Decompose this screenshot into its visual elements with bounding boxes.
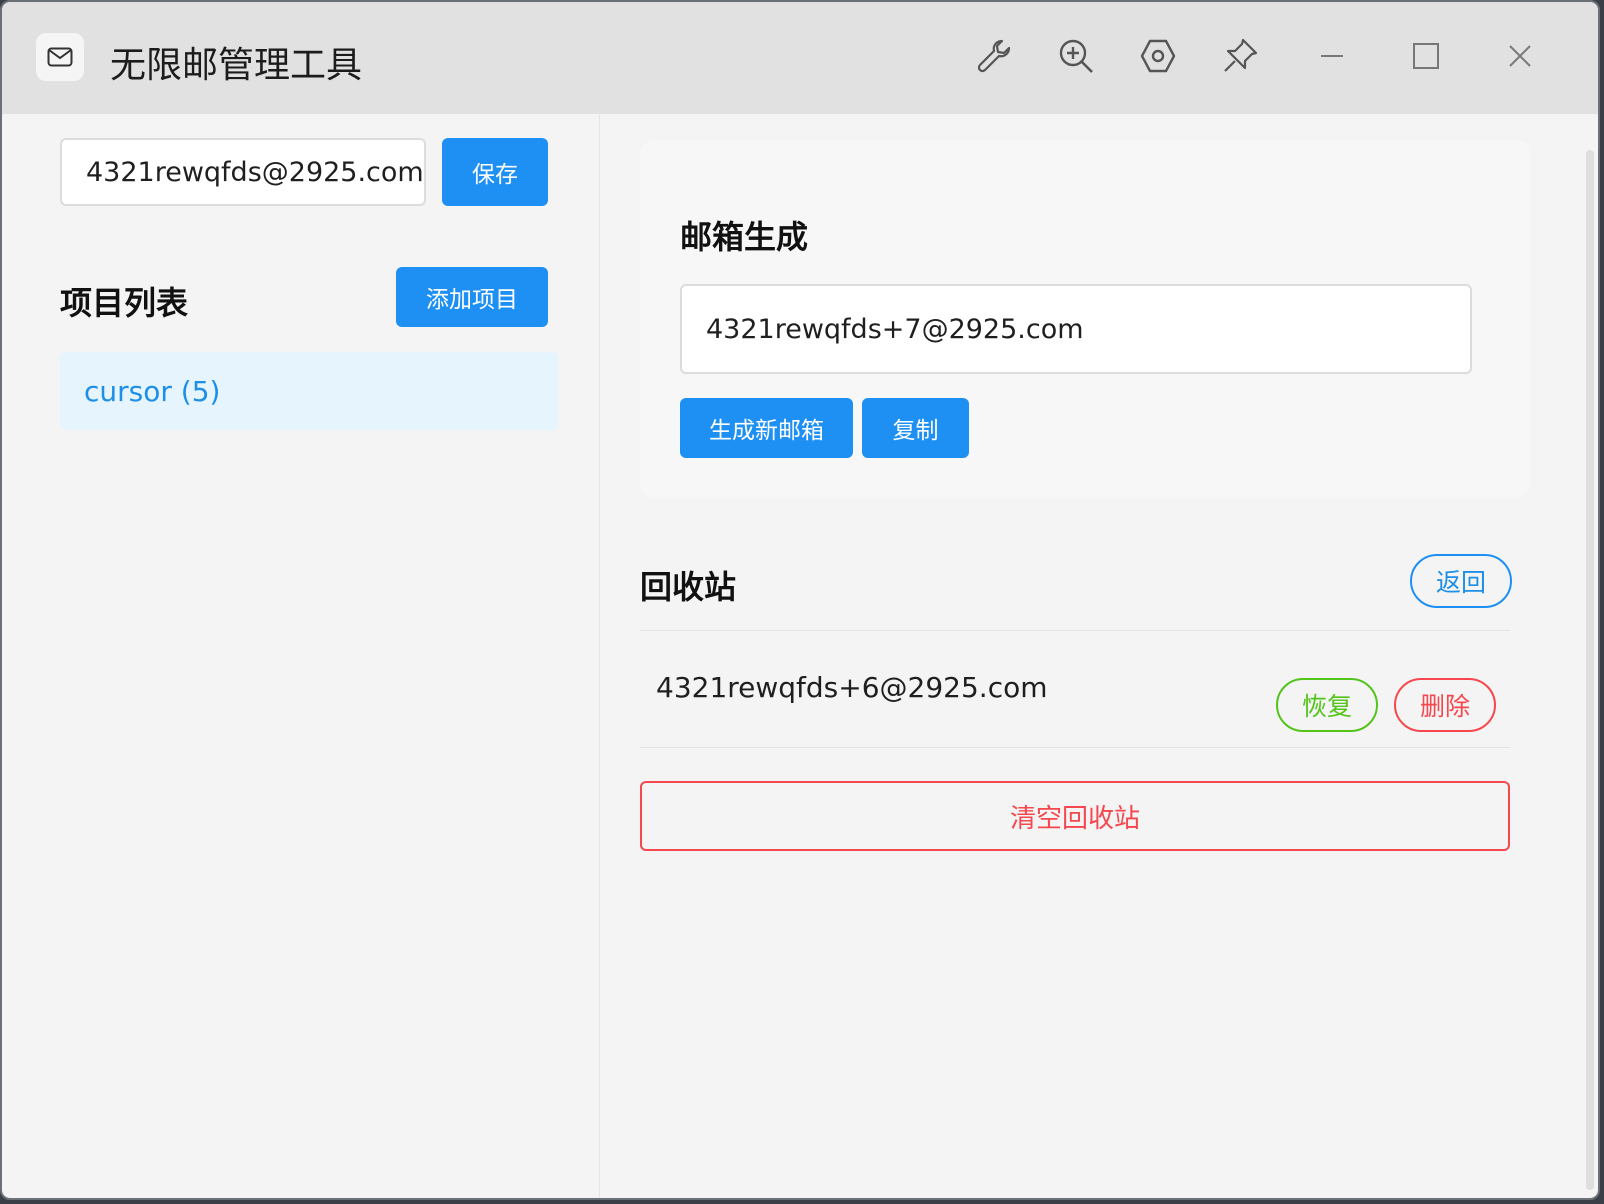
divider bbox=[640, 747, 1510, 748]
close-icon[interactable] bbox=[1498, 34, 1542, 78]
settings-hex-icon[interactable] bbox=[1136, 34, 1180, 78]
generator-card: 邮箱生成 4321rewqfds+7@2925.com 生成新邮箱 复制 bbox=[640, 140, 1530, 498]
add-project-button[interactable]: 添加项目 bbox=[396, 267, 548, 327]
minimize-icon[interactable] bbox=[1310, 34, 1354, 78]
wrench-icon[interactable] bbox=[972, 34, 1016, 78]
pin-icon[interactable] bbox=[1218, 34, 1262, 78]
save-button[interactable]: 保存 bbox=[442, 138, 548, 206]
project-item[interactable]: cursor (5) bbox=[60, 352, 558, 430]
delete-button[interactable]: 删除 bbox=[1394, 678, 1496, 732]
scrollbar[interactable] bbox=[1586, 150, 1594, 1190]
title-bar: 无限邮管理工具 bbox=[2, 2, 1598, 114]
recycled-email: 4321rewqfds+6@2925.com bbox=[656, 671, 1048, 704]
recycle-list-item: 4321rewqfds+6@2925.com 恢复 删除 bbox=[640, 631, 1510, 747]
right-panel: 邮箱生成 4321rewqfds+7@2925.com 生成新邮箱 复制 回收站… bbox=[600, 114, 1598, 1198]
restore-button[interactable]: 恢复 bbox=[1276, 678, 1378, 732]
generate-email-button[interactable]: 生成新邮箱 bbox=[680, 398, 853, 458]
projects-title: 项目列表 bbox=[60, 284, 189, 322]
back-button[interactable]: 返回 bbox=[1410, 554, 1512, 608]
maximize-icon[interactable] bbox=[1404, 34, 1448, 78]
generator-title: 邮箱生成 bbox=[680, 218, 809, 256]
email-field[interactable]: 4321rewqfds@2925.com bbox=[60, 138, 426, 206]
clear-recycle-bin-button[interactable]: 清空回收站 bbox=[640, 781, 1510, 851]
app-window: 无限邮管理工具 4321rewqfds@2925.com 保存 项目列表 添加项… bbox=[0, 0, 1600, 1200]
zoom-in-icon[interactable] bbox=[1054, 34, 1098, 78]
left-panel: 4321rewqfds@2925.com 保存 项目列表 添加项目 cursor… bbox=[2, 114, 600, 1198]
generated-email-field[interactable]: 4321rewqfds+7@2925.com bbox=[680, 284, 1472, 374]
copy-button[interactable]: 复制 bbox=[862, 398, 969, 458]
window-title: 无限邮管理工具 bbox=[110, 45, 363, 86]
recycle-bin-title: 回收站 bbox=[640, 568, 737, 606]
mail-icon bbox=[36, 33, 84, 81]
